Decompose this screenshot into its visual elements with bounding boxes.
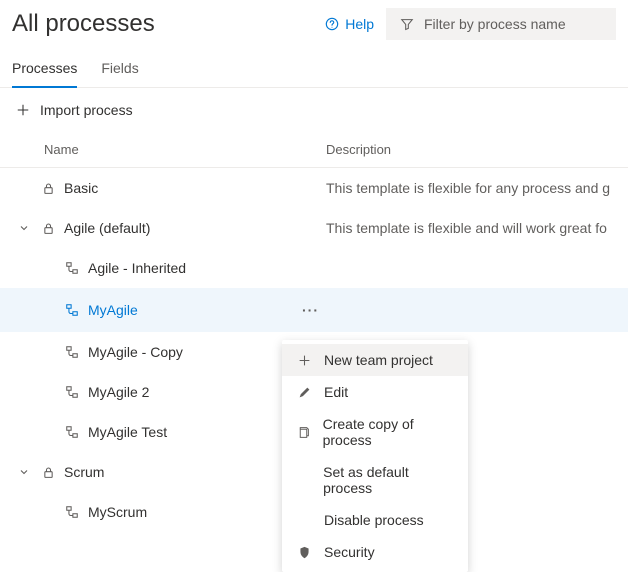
process-description: This template is flexible and will work …	[326, 220, 612, 236]
process-name: MyAgile - Copy	[88, 344, 183, 360]
table-row[interactable]: Agile (default) This template is flexibl…	[0, 208, 628, 248]
copy-icon	[296, 424, 311, 440]
column-description: Description	[326, 142, 612, 157]
table-header: Name Description	[0, 132, 628, 168]
menu-security[interactable]: Security	[282, 536, 468, 568]
menu-label: New team project	[324, 352, 433, 368]
process-name: MyScrum	[88, 504, 147, 520]
inherited-icon	[64, 384, 80, 400]
plus-icon	[16, 103, 30, 117]
process-name[interactable]: MyAgile	[88, 302, 138, 318]
menu-label: Edit	[324, 384, 348, 400]
menu-label: Create copy of process	[323, 416, 454, 448]
shield-icon	[296, 544, 312, 560]
menu-label: Set as default process	[323, 464, 454, 496]
table-row[interactable]: Basic This template is flexible for any …	[0, 168, 628, 208]
context-menu: New team project Edit Create copy of pro…	[282, 340, 468, 572]
lock-icon	[40, 180, 56, 196]
inherited-icon	[64, 344, 80, 360]
more-actions-button[interactable]: ···	[296, 300, 325, 320]
process-name: Agile - Inherited	[88, 260, 186, 276]
menu-new-team-project[interactable]: New team project	[282, 344, 468, 376]
inherited-icon	[64, 424, 80, 440]
process-name: Scrum	[64, 464, 104, 480]
inherited-icon	[64, 260, 80, 276]
plus-icon	[296, 352, 312, 368]
process-name: Basic	[64, 180, 98, 196]
column-name: Name	[16, 142, 326, 157]
pencil-icon	[296, 384, 312, 400]
inherited-icon	[64, 504, 80, 520]
table-row[interactable]: MyAgile ···	[0, 288, 628, 332]
menu-label: Security	[324, 544, 375, 560]
menu-disable[interactable]: Disable process	[282, 504, 468, 536]
table-row[interactable]: Agile - Inherited	[0, 248, 628, 288]
page-title: All processes	[12, 10, 155, 38]
lock-icon	[40, 220, 56, 236]
help-icon	[325, 17, 339, 31]
process-name: Agile (default)	[64, 220, 150, 236]
help-label: Help	[345, 16, 374, 32]
import-process-button[interactable]: Import process	[0, 88, 628, 132]
filter-icon	[400, 17, 414, 31]
menu-create-copy[interactable]: Create copy of process	[282, 408, 468, 456]
process-description: This template is flexible for any proces…	[326, 180, 612, 196]
process-name: MyAgile 2	[88, 384, 149, 400]
tab-processes[interactable]: Processes	[12, 52, 77, 88]
menu-set-default[interactable]: Set as default process	[282, 456, 468, 504]
filter-placeholder: Filter by process name	[424, 16, 566, 32]
chevron-down-icon[interactable]	[16, 466, 32, 478]
process-name: MyAgile Test	[88, 424, 167, 440]
menu-edit[interactable]: Edit	[282, 376, 468, 408]
menu-label: Disable process	[324, 512, 424, 528]
lock-icon	[40, 464, 56, 480]
filter-input[interactable]: Filter by process name	[386, 8, 616, 40]
tab-fields[interactable]: Fields	[101, 52, 138, 87]
help-link[interactable]: Help	[325, 16, 374, 32]
import-label: Import process	[40, 102, 133, 118]
chevron-down-icon[interactable]	[16, 222, 32, 234]
tabs: Processes Fields	[0, 52, 628, 88]
inherited-icon	[64, 302, 80, 318]
